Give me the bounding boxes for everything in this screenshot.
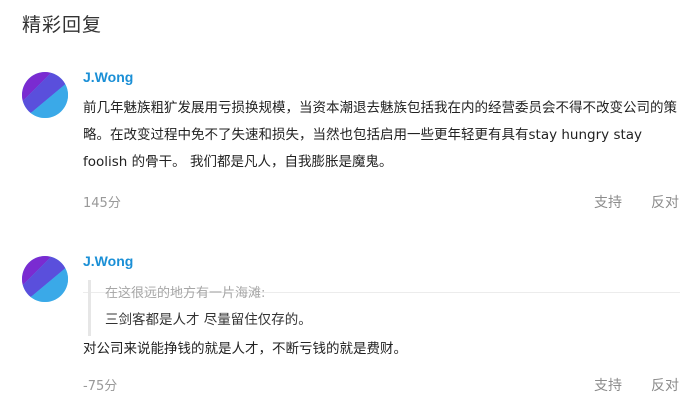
score-label: 145分 [83,196,121,211]
score-label: -75分 [83,379,118,394]
comment-text: 对公司来说能挣钱的就是人才，不断亏钱的就是费财。 [83,341,407,357]
comment-text: 前几年魅族粗犷发展用亏损换规模，当资本潮退去魅族包括我在内的经营委员会不得不改变… [83,100,677,170]
user-avatar-icon[interactable] [22,72,68,118]
support-button[interactable]: 支持 [594,192,622,212]
quote-source: 在这很远的地方有一片海滩: [105,286,266,301]
username-link[interactable]: J.Wong [83,69,133,85]
support-button[interactable]: 支持 [594,375,622,395]
user-avatar-icon[interactable] [22,256,68,302]
quoted-reply: 在这很远的地方有一片海滩: 三剑客都是人才 尽量留住仅存的。 [88,280,488,336]
quote-text: 三剑客都是人才 尽量留住仅存的。 [105,312,312,328]
section-title: 精彩回复 [22,14,103,36]
oppose-button[interactable]: 反对 [651,192,679,212]
oppose-button[interactable]: 反对 [651,375,679,395]
username-link[interactable]: J.Wong [83,253,133,269]
